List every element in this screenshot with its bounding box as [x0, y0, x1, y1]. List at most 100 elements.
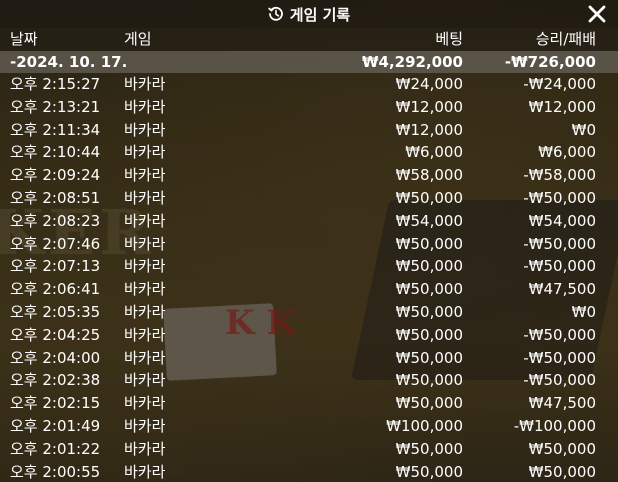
row-game: 바카라	[124, 462, 166, 481]
row-bet: ₩58,000	[395, 166, 463, 185]
date-group-row[interactable]: -2024. 10. 17. ₩4,292,000 -₩726,000	[0, 51, 618, 73]
row-bet: ₩50,000	[395, 394, 463, 413]
window-title: 게임 기록	[289, 5, 351, 24]
game-history-window: KER K K 게임 기록 날짜 게임 베팅 승리/패배 -2	[0, 0, 618, 482]
table-row[interactable]: 오후 2:04:25 바카라 ₩50,000 -₩50,000	[0, 323, 618, 347]
row-game: 바카라	[124, 75, 166, 93]
row-bet: ₩50,000	[395, 302, 463, 321]
row-win-loss: -₩50,000	[523, 188, 596, 207]
table-row[interactable]: 오후 2:10:44 바카라 ₩6,000 ₩6,000	[0, 141, 618, 165]
row-game: 바카라	[124, 257, 166, 276]
table-row[interactable]: 오후 2:07:46 바카라 ₩50,000 -₩50,000	[0, 232, 618, 256]
row-time: 오후 2:04:25	[10, 325, 101, 344]
row-time: 오후 2:13:21	[10, 97, 101, 116]
row-game: 바카라	[124, 348, 166, 367]
row-bet: ₩50,000	[395, 257, 463, 276]
table-row[interactable]: 오후 2:02:15 바카라 ₩50,000 ₩47,500	[0, 392, 618, 415]
row-win-loss: ₩54,000	[528, 211, 596, 230]
row-bet: ₩12,000	[395, 97, 463, 116]
row-time: 오후 2:07:13	[10, 257, 101, 276]
row-bet: ₩100,000	[386, 416, 463, 435]
history-icon	[268, 6, 284, 22]
table-row[interactable]: 오후 2:09:24 바카라 ₩58,000 -₩58,000	[0, 164, 618, 187]
row-bet: ₩6,000	[405, 143, 463, 162]
table-row[interactable]: 오후 2:00:55 바카라 ₩50,000 ₩50,000	[0, 460, 618, 482]
table-row[interactable]: 오후 2:15:27 바카라 ₩24,000 -₩24,000	[0, 73, 618, 96]
table-row[interactable]: 오후 2:11:34 바카라 ₩12,000 ₩0	[0, 118, 618, 142]
row-game: 바카라	[124, 120, 166, 139]
table-row[interactable]: 오후 2:08:23 바카라 ₩54,000 ₩54,000	[0, 209, 618, 233]
row-game: 바카라	[124, 97, 166, 116]
table-row[interactable]: 오후 2:02:38 바카라 ₩50,000 -₩50,000	[0, 369, 618, 393]
row-time: 오후 2:04:00	[10, 348, 101, 367]
close-icon[interactable]	[586, 3, 608, 25]
row-bet: ₩50,000	[395, 325, 463, 344]
row-time: 오후 2:02:38	[10, 371, 101, 390]
row-game: 바카라	[124, 234, 166, 253]
table-row[interactable]: 오후 2:01:22 바카라 ₩50,000 ₩50,000	[0, 437, 618, 461]
table-row[interactable]: 오후 2:04:00 바카라 ₩50,000 -₩50,000	[0, 346, 618, 370]
row-win-loss: ₩0	[571, 302, 596, 321]
row-bet: ₩50,000	[395, 188, 463, 207]
table-row[interactable]: 오후 2:06:41 바카라 ₩50,000 ₩47,500	[0, 278, 618, 301]
column-header-bet[interactable]: 베팅	[435, 28, 463, 51]
row-time: 오후 2:08:51	[10, 188, 101, 207]
row-game: 바카라	[124, 325, 166, 344]
title-bar: 게임 기록	[0, 0, 618, 28]
row-time: 오후 2:08:23	[10, 211, 101, 230]
row-win-loss: ₩12,000	[528, 97, 596, 116]
row-win-loss: -₩50,000	[523, 325, 596, 344]
table-row[interactable]: 오후 2:08:51 바카라 ₩50,000 -₩50,000	[0, 186, 618, 210]
close-button[interactable]	[586, 3, 608, 25]
row-bet: ₩50,000	[395, 439, 463, 458]
row-bet: ₩50,000	[395, 348, 463, 367]
title-group: 게임 기록	[268, 4, 350, 25]
row-win-loss: ₩50,000	[528, 462, 596, 481]
history-list: 오후 2:15:27 바카라 ₩24,000 -₩24,000 오후 2:13:…	[0, 73, 618, 482]
table-row[interactable]: 오후 2:13:21 바카라 ₩12,000 ₩12,000	[0, 95, 618, 119]
row-game: 바카라	[124, 280, 166, 299]
row-game: 바카라	[124, 371, 166, 390]
row-game: 바카라	[124, 302, 166, 321]
column-header-game[interactable]: 게임	[124, 28, 152, 51]
row-game: 바카라	[124, 416, 166, 435]
row-game: 바카라	[124, 166, 166, 185]
row-game: 바카라	[124, 143, 166, 162]
row-time: 오후 2:00:55	[10, 462, 101, 481]
row-win-loss: -₩24,000	[523, 75, 596, 93]
row-game: 바카라	[124, 211, 166, 230]
row-win-loss: ₩6,000	[538, 143, 596, 162]
row-win-loss: -₩50,000	[523, 257, 596, 276]
row-bet: ₩54,000	[395, 211, 463, 230]
row-time: 오후 2:07:46	[10, 234, 101, 253]
row-win-loss: ₩47,500	[528, 394, 596, 413]
row-bet: ₩50,000	[395, 234, 463, 253]
row-bet: ₩50,000	[395, 462, 463, 481]
row-win-loss: -₩50,000	[523, 348, 596, 367]
row-game: 바카라	[124, 188, 166, 207]
row-win-loss: -₩50,000	[523, 371, 596, 390]
row-win-loss: ₩47,500	[528, 280, 596, 299]
column-header-win-loss[interactable]: 승리/패배	[536, 28, 596, 51]
table-row[interactable]: 오후 2:01:49 바카라 ₩100,000 -₩100,000	[0, 414, 618, 438]
row-bet: ₩24,000	[395, 75, 463, 93]
date-group-bet-total: ₩4,292,000	[361, 53, 463, 71]
row-win-loss: -₩50,000	[523, 234, 596, 253]
row-time: 오후 2:01:49	[10, 416, 101, 435]
table-header: 날짜 게임 베팅 승리/패배	[0, 28, 618, 51]
row-time: 오후 2:10:44	[10, 143, 101, 162]
column-header-date[interactable]: 날짜	[10, 28, 38, 51]
row-time: 오후 2:01:22	[10, 439, 101, 458]
table-row[interactable]: 오후 2:05:35 바카라 ₩50,000 ₩0	[0, 300, 618, 324]
row-game: 바카라	[124, 439, 166, 458]
table-row[interactable]: 오후 2:07:13 바카라 ₩50,000 -₩50,000	[0, 255, 618, 279]
row-win-loss: ₩50,000	[528, 439, 596, 458]
date-group-win-loss-total: -₩726,000	[504, 53, 596, 71]
row-time: 오후 2:15:27	[10, 75, 101, 93]
row-win-loss: -₩58,000	[523, 166, 596, 185]
date-group-label: -2024. 10. 17.	[10, 53, 128, 71]
row-game: 바카라	[124, 394, 166, 413]
row-win-loss: ₩0	[571, 120, 596, 139]
row-time: 오후 2:09:24	[10, 166, 101, 185]
row-time: 오후 2:06:41	[10, 280, 101, 299]
